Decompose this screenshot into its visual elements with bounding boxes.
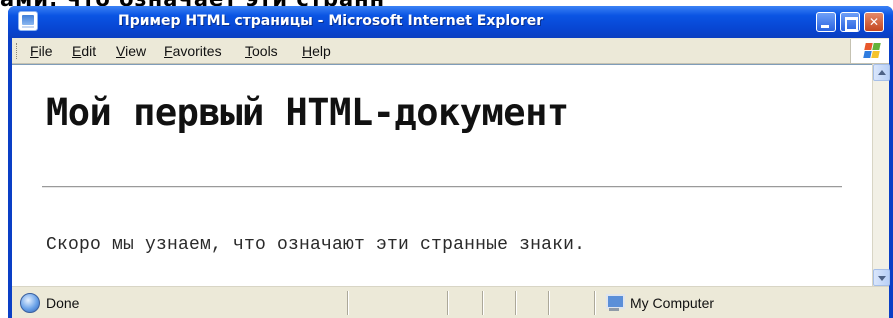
- title-bar[interactable]: Пример HTML страницы - Microsoft Interne…: [8, 6, 893, 38]
- browser-window: Пример HTML страницы - Microsoft Interne…: [8, 6, 893, 318]
- status-divider: [447, 291, 449, 315]
- menu-favorites[interactable]: Favorites: [164, 43, 222, 59]
- menu-help[interactable]: Help: [302, 43, 331, 59]
- menu-tools[interactable]: Tools: [245, 43, 278, 59]
- scroll-up-button[interactable]: [873, 64, 890, 81]
- status-bar: Done My Computer: [12, 286, 889, 318]
- status-divider: [548, 291, 550, 315]
- horizontal-rule: [42, 186, 842, 188]
- minimize-button[interactable]: [816, 12, 836, 32]
- document-paragraph: Скоро мы узнаем, что означают эти странн…: [46, 235, 586, 255]
- security-zone-label: My Computer: [630, 295, 715, 311]
- my-computer-icon: [604, 293, 625, 311]
- status-divider: [347, 291, 349, 315]
- menu-bar: File Edit View Favorites Tools Help: [12, 38, 889, 64]
- ie-page-icon[interactable]: [18, 11, 38, 31]
- ie-globe-icon: [20, 293, 40, 313]
- windows-logo-icon: [850, 39, 889, 63]
- document-heading: Мой первый HTML-документ: [46, 91, 569, 134]
- scroll-down-button[interactable]: [873, 269, 890, 286]
- status-divider: [594, 291, 596, 315]
- menu-file[interactable]: File: [30, 43, 53, 59]
- menu-grip-handle[interactable]: [16, 43, 19, 59]
- page-content: Мой первый HTML-документ Скоро мы узнаем…: [12, 64, 872, 286]
- status-text: Done: [46, 295, 80, 311]
- menu-view[interactable]: View: [116, 43, 146, 59]
- status-divider: [482, 291, 484, 315]
- close-button[interactable]: ✕: [864, 12, 884, 32]
- vertical-scrollbar[interactable]: [872, 64, 890, 286]
- status-divider: [515, 291, 517, 315]
- menu-edit[interactable]: Edit: [72, 43, 96, 59]
- window-title: Пример HTML страницы - Microsoft Interne…: [118, 13, 544, 29]
- maximize-button[interactable]: [840, 12, 860, 32]
